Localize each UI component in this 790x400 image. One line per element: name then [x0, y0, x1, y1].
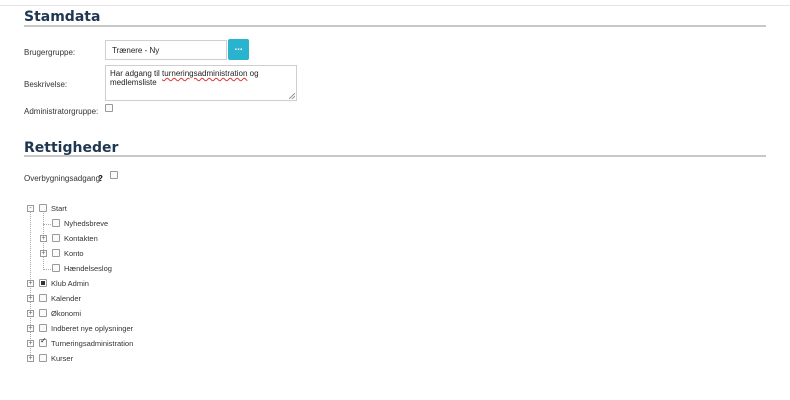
tree-connector — [43, 269, 51, 270]
section-divider — [24, 25, 766, 27]
expand-icon[interactable]: + — [27, 295, 34, 302]
tree-node: - Start — [0, 203, 300, 218]
tree-node: + Kurser — [0, 353, 300, 368]
tree-node-checkbox[interactable] — [39, 279, 47, 287]
brugergruppe-input[interactable]: Trænere - Ny — [105, 40, 227, 60]
tree-node-label[interactable]: Kalender — [51, 294, 81, 303]
tree-node-checkbox[interactable] — [39, 294, 47, 302]
tree-node-label[interactable]: Hændelseslog — [64, 264, 112, 273]
tree-node-label[interactable]: Konto — [64, 249, 84, 258]
tree-node-checkbox[interactable] — [39, 324, 47, 332]
tree-node: + Kontakten — [0, 233, 300, 248]
resize-handle-icon[interactable] — [289, 93, 295, 99]
expand-icon[interactable]: + — [40, 235, 47, 242]
beskrivelse-misspelled-word: turneringsadministration — [162, 69, 248, 78]
tree-node-checkbox[interactable] — [52, 264, 60, 272]
expand-icon[interactable]: + — [27, 325, 34, 332]
collapse-icon[interactable]: - — [27, 205, 34, 212]
expand-icon[interactable]: + — [27, 340, 34, 347]
expand-icon[interactable]: + — [27, 355, 34, 362]
tree-node: + Klub Admin — [0, 278, 300, 293]
expand-icon[interactable]: + — [27, 280, 34, 287]
expand-icon[interactable]: + — [40, 250, 47, 257]
beskrivelse-textarea[interactable]: Har adgang til turneringsadministration … — [105, 65, 297, 101]
tree-node: Nyhedsbreve — [0, 218, 300, 233]
administratorgruppe-checkbox[interactable] — [105, 104, 113, 112]
tree-node-checkbox[interactable] — [39, 354, 47, 362]
tree-node: + Økonomi — [0, 308, 300, 323]
beskrivelse-text: Har adgang til — [110, 69, 163, 78]
brugergruppe-label: Brugergruppe: — [24, 48, 76, 57]
tree-node: Hændelseslog — [0, 263, 300, 278]
tree-node: + Turneringsadministration — [0, 336, 300, 353]
tree-node-checkbox[interactable] — [52, 234, 60, 242]
tree-node: + Konto — [0, 248, 300, 263]
tree-node-label[interactable]: Økonomi — [51, 309, 81, 318]
tree-node-checkbox[interactable] — [39, 336, 47, 347]
tree-connector — [43, 224, 51, 225]
brugergruppe-value: Trænere - Ny — [112, 46, 160, 55]
beskrivelse-label: Beskrivelse: — [24, 80, 68, 89]
section-title-rettigheder: Rettigheder — [24, 140, 119, 156]
overbygningsadgang-label: Overbygningsadgang: — [24, 174, 103, 183]
section-title-stamdata: Stamdata — [24, 9, 101, 25]
administratorgruppe-label: Administratorgruppe: — [24, 107, 99, 116]
top-border — [0, 0, 790, 6]
tree-node-label[interactable]: Indberet nye oplysninger — [51, 324, 133, 333]
brugergruppe-lookup-button[interactable]: ... — [228, 39, 249, 60]
tree-node-checkbox[interactable] — [52, 219, 60, 227]
help-icon[interactable]: ? — [98, 174, 103, 183]
overbygningsadgang-checkbox[interactable] — [110, 171, 118, 179]
tree-node-checkbox[interactable] — [39, 204, 47, 212]
tree-node-checkbox[interactable] — [52, 249, 60, 257]
tree-node-label[interactable]: Turneringsadministration — [51, 339, 133, 348]
tree-node-label[interactable]: Nyhedsbreve — [64, 219, 108, 228]
section-divider — [24, 155, 766, 157]
tree-node: + Kalender — [0, 293, 300, 308]
tree-node-label[interactable]: Kurser — [51, 354, 73, 363]
tree-node-label[interactable]: Klub Admin — [51, 279, 89, 288]
tree-node-checkbox[interactable] — [39, 309, 47, 317]
expand-icon[interactable]: + — [27, 310, 34, 317]
tree-node-label[interactable]: Kontakten — [64, 234, 98, 243]
tree-node-label[interactable]: Start — [51, 204, 67, 213]
